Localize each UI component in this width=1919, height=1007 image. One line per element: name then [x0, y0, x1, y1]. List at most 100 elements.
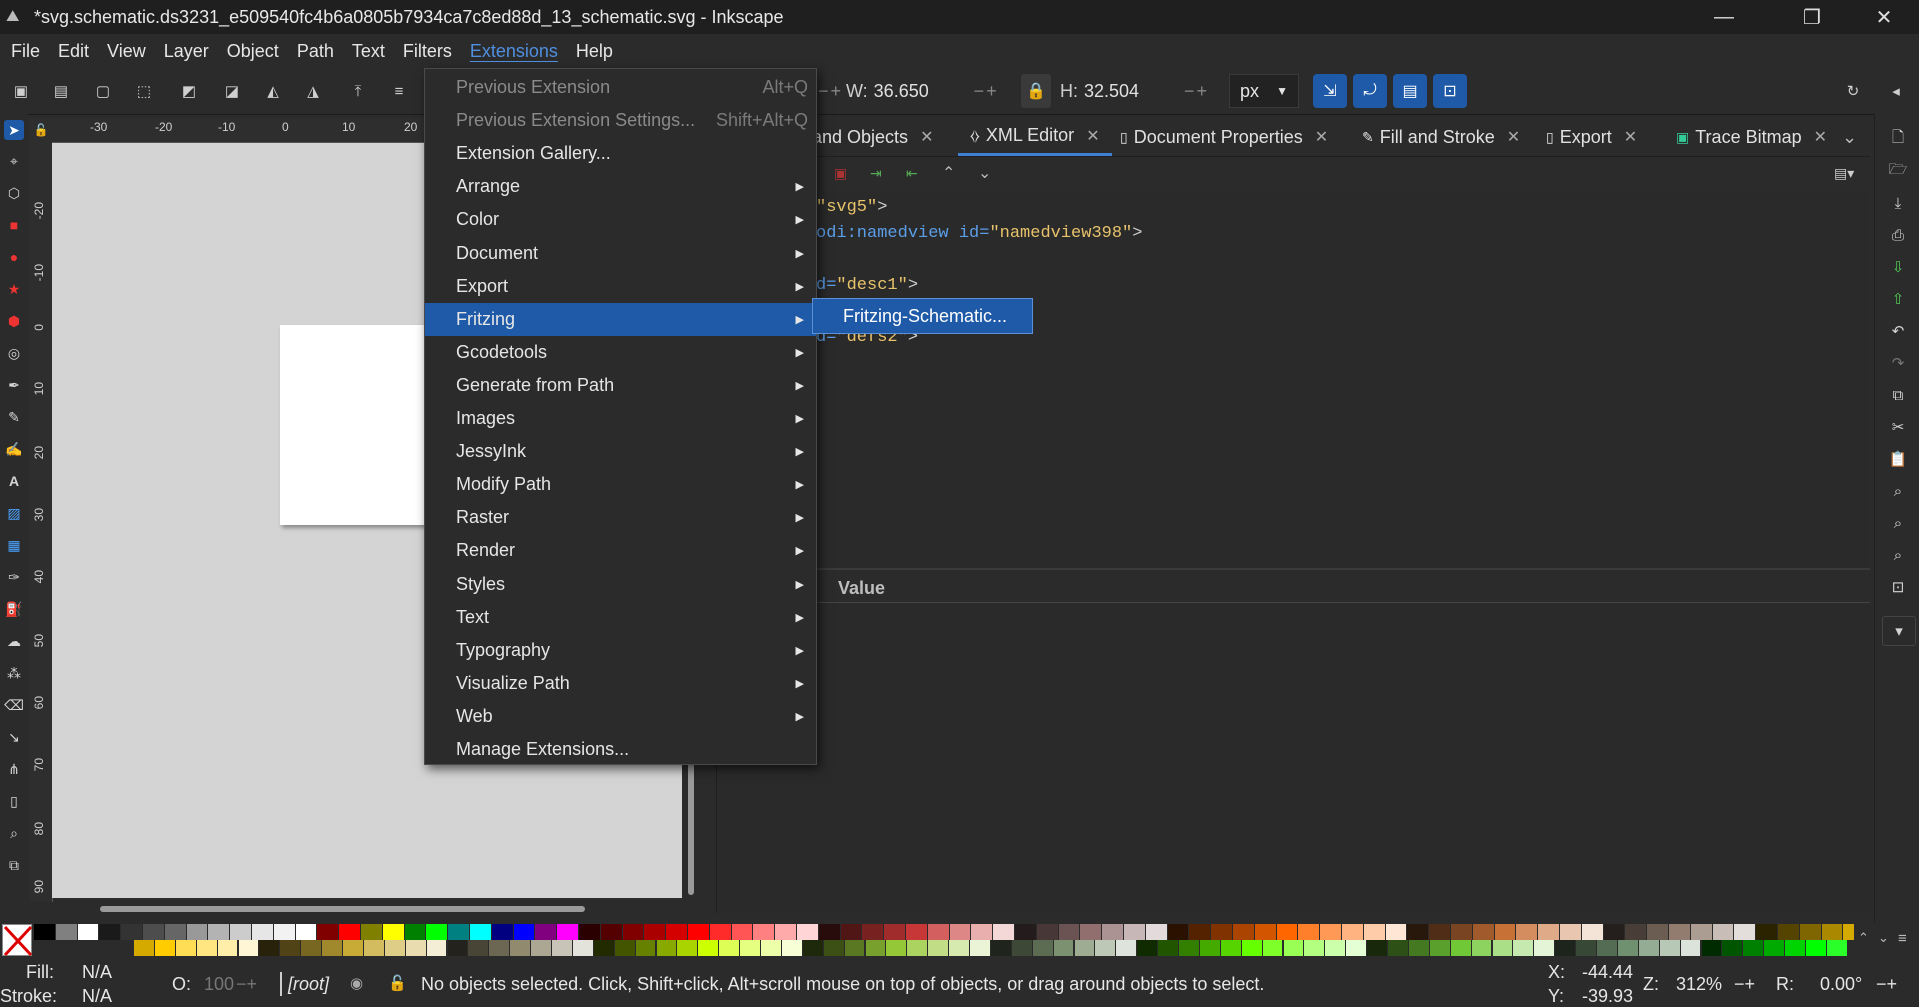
color-swatch[interactable] — [862, 924, 884, 940]
color-swatch[interactable] — [1167, 924, 1189, 940]
color-swatch[interactable] — [448, 924, 469, 940]
menu-path[interactable]: Path — [288, 37, 343, 65]
stroke-value[interactable]: N/A — [82, 986, 112, 1007]
color-swatch[interactable] — [572, 940, 593, 956]
commands-more-icon[interactable]: ▾ — [1882, 616, 1916, 646]
unit-select[interactable]: px ▼ — [1229, 74, 1299, 108]
color-swatch[interactable] — [1647, 924, 1668, 940]
color-swatch[interactable] — [1408, 940, 1429, 956]
color-swatch[interactable] — [1211, 924, 1232, 940]
raise-node-icon[interactable]: ⌃ — [942, 163, 955, 183]
zoom-input[interactable]: 312% — [1676, 974, 1722, 995]
rotation-spin[interactable]: −+ — [1876, 974, 1897, 995]
y-spin-controls[interactable]: − + — [818, 74, 841, 108]
pages-tool-icon[interactable]: ⧉ — [4, 855, 24, 875]
color-swatch[interactable] — [1821, 924, 1843, 940]
lower-node-icon[interactable]: ⌄ — [978, 163, 991, 183]
tab-document-properties[interactable]: ▯ Document Properties ✕ — [1120, 118, 1328, 156]
layer-selector[interactable]: [root] — [288, 974, 329, 995]
close-tab-icon[interactable]: ✕ — [1315, 127, 1328, 147]
color-swatch[interactable] — [1102, 924, 1123, 940]
import-icon[interactable]: ⇩ — [1887, 256, 1909, 278]
color-swatch[interactable] — [510, 940, 531, 956]
horizontal-scrollbar[interactable] — [100, 906, 585, 912]
zoom-center-icon[interactable]: ⊡ — [1887, 576, 1909, 598]
snap-icon[interactable]: ↻ — [1842, 80, 1864, 102]
select-all-layers-icon[interactable]: ▤ — [50, 80, 72, 102]
tab-export[interactable]: ▯ Export ✕ — [1546, 118, 1637, 156]
menu-item-document[interactable]: Document ▶ — [425, 237, 816, 270]
color-swatch[interactable] — [552, 940, 572, 956]
color-swatch[interactable] — [907, 940, 928, 956]
color-swatch[interactable] — [1680, 940, 1701, 956]
color-swatch[interactable] — [252, 924, 273, 940]
color-swatch[interactable] — [1320, 924, 1341, 940]
color-swatch[interactable] — [927, 924, 949, 940]
color-swatch[interactable] — [1080, 924, 1102, 940]
color-swatch[interactable] — [1011, 940, 1032, 956]
delete-node-icon[interactable]: ▣ — [834, 165, 847, 182]
color-swatch[interactable] — [1304, 940, 1325, 956]
y-increment[interactable]: + — [831, 81, 842, 102]
color-swatch[interactable] — [384, 940, 405, 956]
menu-item-typography[interactable]: Typography ▶ — [425, 634, 816, 667]
tweak-tool-icon[interactable]: ☁ — [4, 631, 24, 651]
text-tool-icon[interactable]: A — [4, 471, 24, 491]
color-swatch[interactable] — [775, 924, 796, 940]
color-swatch[interactable] — [426, 940, 447, 956]
menu-item-color[interactable]: Color ▶ — [425, 203, 816, 236]
color-swatch[interactable] — [1538, 924, 1559, 940]
color-swatch[interactable] — [1367, 940, 1387, 956]
flip-vertical-icon[interactable]: ◮ — [302, 80, 324, 102]
rotate-cw-icon[interactable]: ◪ — [221, 80, 243, 102]
menu-item-manage-extensions[interactable]: Manage Extensions... — [425, 733, 816, 766]
color-swatch[interactable] — [865, 940, 886, 956]
menu-item-arrange[interactable]: Arrange ▶ — [425, 170, 816, 203]
color-swatch[interactable] — [884, 924, 905, 940]
visibility-icon[interactable]: ◉ — [350, 974, 363, 992]
tab-trace-bitmap[interactable]: ▣ Trace Bitmap ✕ — [1676, 118, 1827, 156]
color-swatch[interactable] — [688, 924, 709, 940]
node-tool-icon[interactable]: ⌖ — [4, 151, 24, 171]
color-swatch[interactable] — [196, 940, 217, 956]
rotation-input[interactable]: 0.00° — [1820, 974, 1862, 995]
zoom-selection-icon[interactable]: ⌕ — [1887, 480, 1909, 502]
paint-bucket-icon[interactable]: ⛽ — [4, 599, 24, 619]
color-swatch[interactable] — [1513, 940, 1534, 956]
color-swatch[interactable] — [993, 924, 1014, 940]
color-swatch[interactable] — [1712, 924, 1734, 940]
spiral-tool-icon[interactable]: ◎ — [4, 343, 24, 363]
color-swatch[interactable] — [1690, 924, 1712, 940]
color-swatch[interactable] — [579, 924, 600, 940]
color-swatch[interactable] — [322, 940, 342, 956]
color-swatch[interactable] — [600, 924, 622, 940]
opacity-spin[interactable]: −+ — [236, 974, 257, 995]
menu-item-jessyink[interactable]: JessyInk ▶ — [425, 435, 816, 468]
color-swatch[interactable] — [622, 924, 644, 940]
new-document-icon[interactable]: 🗋 — [1887, 128, 1909, 150]
color-swatch[interactable] — [1363, 924, 1385, 940]
color-swatch[interactable] — [823, 940, 844, 956]
xml-node[interactable]: odi:namedview id="namedview398"> — [816, 224, 1142, 243]
color-swatch[interactable] — [164, 924, 186, 940]
tabs-overflow-icon[interactable]: ⌄ — [1842, 118, 1857, 156]
tab-layers-and-objects[interactable]: and Objects ✕ — [812, 118, 933, 156]
color-swatch[interactable] — [1233, 924, 1254, 940]
color-swatch[interactable] — [491, 924, 513, 940]
color-swatch[interactable] — [1342, 924, 1363, 940]
gradient-tool-icon[interactable]: ▨ — [4, 503, 24, 523]
color-swatch[interactable] — [143, 924, 164, 940]
color-swatch[interactable] — [230, 924, 251, 940]
color-swatch[interactable] — [740, 940, 760, 956]
color-swatch[interactable] — [1298, 924, 1320, 940]
height-input[interactable]: 32.504 — [1084, 81, 1184, 102]
menu-item-render[interactable]: Render ▶ — [425, 534, 816, 567]
color-swatch[interactable] — [1036, 924, 1058, 940]
menu-object[interactable]: Object — [218, 37, 288, 65]
ellipse-tool-icon[interactable]: ● — [4, 247, 24, 267]
color-swatch[interactable] — [840, 924, 862, 940]
lock-icon[interactable]: 🔓 — [388, 974, 407, 992]
open-file-icon[interactable]: 🗁 — [1887, 160, 1909, 182]
color-swatch[interactable] — [886, 940, 907, 956]
color-swatch[interactable] — [280, 940, 301, 956]
